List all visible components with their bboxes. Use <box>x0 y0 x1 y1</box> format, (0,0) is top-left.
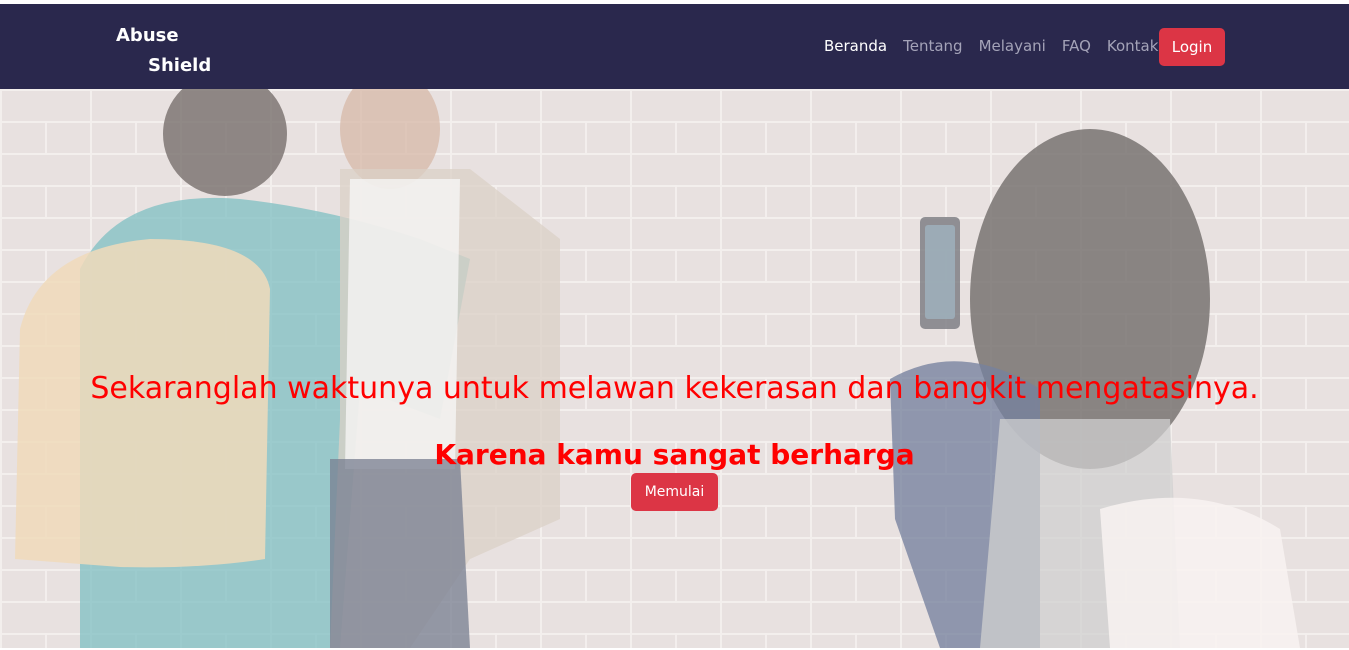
brand-line-1: Abuse <box>116 25 179 46</box>
brand-line-2: Shield <box>148 55 212 76</box>
hero-headline: Sekaranglah waktunya untuk melawan keker… <box>90 371 1259 407</box>
nav-item-tentang[interactable]: Tentang <box>903 37 962 55</box>
hero-subline: Karena kamu sangat berharga <box>434 438 915 472</box>
login-button[interactable]: Login <box>1159 28 1225 66</box>
brand-logo[interactable]: Abuse Shield <box>116 21 211 81</box>
hero-section: Sekaranglah waktunya untuk melawan keker… <box>0 89 1349 648</box>
nav-item-beranda[interactable]: Beranda <box>824 37 887 55</box>
nav-item-faq[interactable]: FAQ <box>1062 37 1091 55</box>
nav-item-melayani[interactable]: Melayani <box>979 37 1046 55</box>
nav-links: Beranda Tentang Melayani FAQ Kontak <box>824 37 1158 55</box>
hero-overlay <box>0 89 1349 648</box>
get-started-button[interactable]: Memulai <box>631 473 718 511</box>
navbar: Abuse Shield Beranda Tentang Melayani FA… <box>0 4 1349 89</box>
nav-item-kontak[interactable]: Kontak <box>1107 37 1159 55</box>
